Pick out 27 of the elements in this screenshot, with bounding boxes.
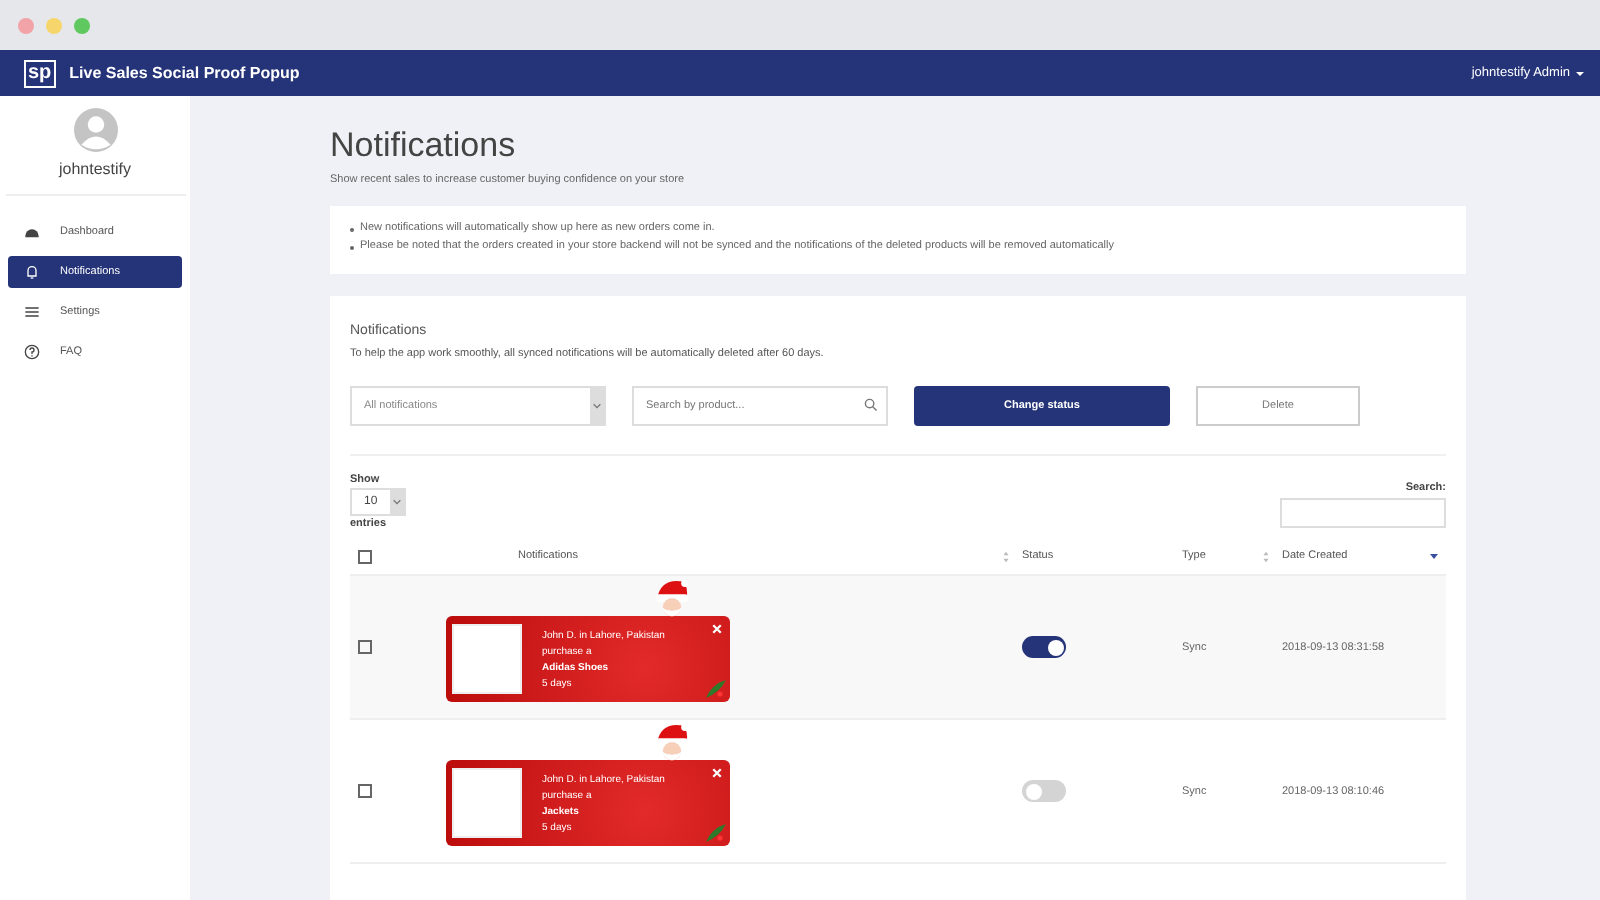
photo-placeholder [452, 768, 522, 838]
table-search-field[interactable] [1280, 498, 1446, 528]
close-icon[interactable] [712, 768, 722, 778]
status-toggle[interactable] [1022, 780, 1066, 802]
username: johntestify [58, 160, 132, 178]
app-title: Live Sales Social Proof Popup [69, 64, 300, 82]
photo-placeholder [452, 624, 522, 694]
status-toggle[interactable] [1022, 636, 1066, 658]
sort-descending-icon [1430, 552, 1438, 560]
app-logo: sp [24, 59, 56, 87]
sort-icon [1002, 549, 1010, 563]
dashboard-icon [24, 224, 40, 240]
caret-icon [592, 402, 602, 410]
page-title: Notifications [330, 126, 518, 166]
close-icon[interactable] [712, 624, 722, 634]
sort-icon [1262, 549, 1270, 563]
search-icon [864, 398, 878, 412]
holly-drawing [704, 676, 728, 700]
caret-icon [392, 498, 402, 506]
select-all-checkbox[interactable] [358, 549, 372, 563]
help-icon [24, 344, 40, 360]
row-checkbox[interactable] [358, 640, 372, 654]
caret-icon [1576, 71, 1584, 75]
avatar-icon [73, 108, 117, 152]
row-checkbox[interactable] [358, 784, 372, 798]
holly-drawing [704, 820, 728, 844]
bell-icon [24, 264, 40, 280]
